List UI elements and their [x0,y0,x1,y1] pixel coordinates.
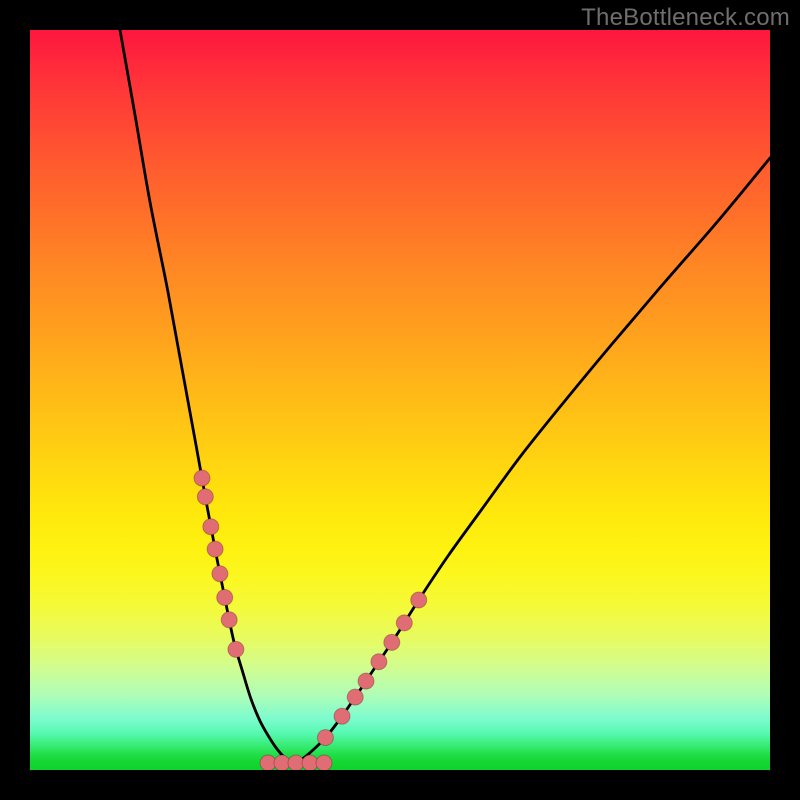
bead-marker [194,470,210,486]
curve-beads [194,470,427,770]
bead-marker [197,489,213,505]
bead-marker [221,612,237,628]
bead-marker [316,755,332,770]
bead-marker [317,730,333,746]
bead-marker [203,519,219,535]
watermark-text: TheBottleneck.com [581,4,790,32]
bead-marker [228,641,244,657]
bead-marker [396,615,412,631]
bead-marker [384,634,400,650]
bead-marker [207,541,223,557]
bead-marker [411,592,427,608]
bead-marker [358,673,374,689]
curve-left-branch [120,30,292,763]
chart-stage: TheBottleneck.com [0,0,800,800]
curve-right-branch [292,158,770,763]
bead-marker [334,708,350,724]
bead-marker [212,566,228,582]
curve-layer [30,30,770,770]
bead-marker [347,689,363,705]
bead-marker [371,654,387,670]
bead-marker [217,590,233,606]
plot-area [30,30,770,770]
